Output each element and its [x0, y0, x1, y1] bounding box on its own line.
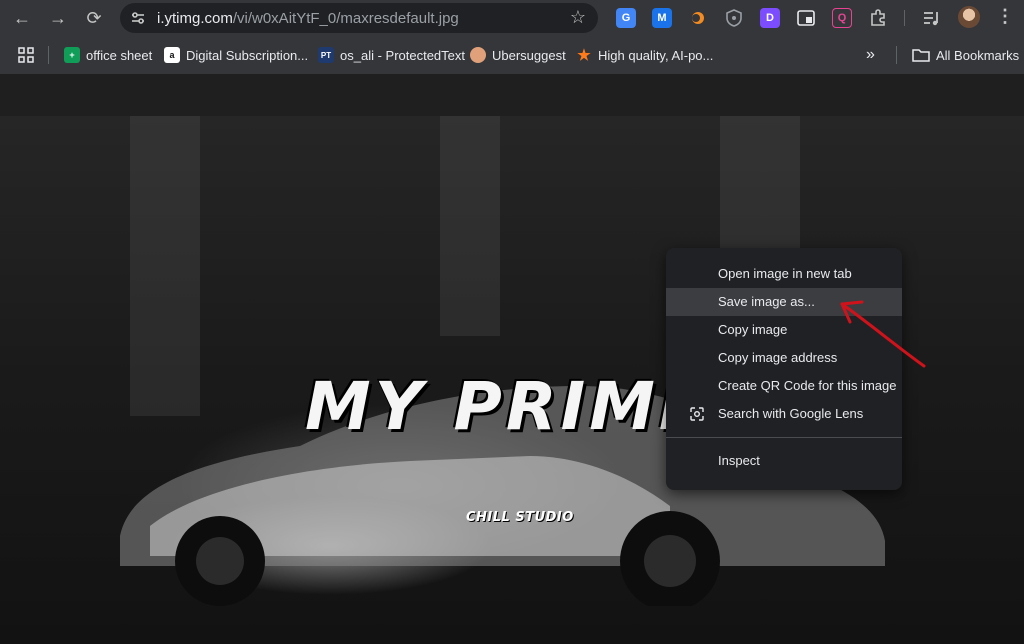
menu-item-search-google-lens[interactable]: Search with Google Lens [666, 400, 902, 428]
bookmarks-overflow-button[interactable]: » [866, 46, 875, 64]
drop-extension-icon[interactable] [688, 8, 708, 28]
address-bar[interactable]: i.ytimg.com/vi/w0xAitYtF_0/maxresdefault… [120, 3, 598, 33]
toolbar-divider [904, 10, 905, 26]
bookmark-label: Digital Subscription... [186, 47, 309, 63]
bookmark-label: High quality, AI-po... [598, 47, 714, 63]
bookmarks-divider [48, 46, 49, 64]
browser-toolbar: ← → ⟳ i.ytimg.com/vi/w0xAitYtF_0/maxresd… [0, 0, 1024, 36]
bookmarks-divider [896, 46, 897, 64]
shield-extension-icon[interactable] [724, 8, 744, 28]
media-control-icon[interactable] [922, 8, 942, 28]
bookmark-high-quality-ai[interactable]: ★ High quality, AI-po... [576, 46, 713, 64]
site-settings-icon[interactable] [130, 10, 146, 26]
menu-item-inspect[interactable]: Inspect [666, 447, 902, 475]
image-title-text: MY PRIME [305, 368, 708, 445]
ubersuggest-icon [470, 47, 486, 63]
bookmark-star-icon[interactable]: ☆ [570, 7, 586, 28]
url-host: i.ytimg.com [157, 10, 233, 27]
bookmark-label: os_ali - ProtectedText [340, 47, 466, 63]
back-button[interactable]: ← [10, 6, 34, 30]
all-bookmarks-button[interactable]: All Bookmarks [912, 46, 1019, 64]
menu-kebab-icon[interactable]: ⋮ [996, 6, 1014, 27]
sheets-icon: + [64, 47, 80, 63]
image-viewer: MY PRIME CHILL STUDIO Open image in new … [0, 74, 1024, 644]
bookmark-label: office sheet [86, 47, 153, 63]
menu-item-open-image-new-tab[interactable]: Open image in new tab [666, 260, 902, 288]
puzzle-icon[interactable] [868, 8, 888, 28]
image-subtitle-text: CHILL STUDIO [466, 510, 574, 525]
bookmark-digital-subscription[interactable]: a Digital Subscription... [164, 46, 308, 64]
bookmark-label: Ubersuggest [492, 47, 566, 63]
reload-button[interactable]: ⟳ [82, 6, 106, 30]
profile-avatar[interactable] [958, 6, 980, 28]
google-lens-icon [690, 407, 704, 421]
star-orange-icon: ★ [577, 47, 591, 64]
menu-divider [666, 437, 902, 438]
folder-icon [912, 49, 930, 62]
red-annotation-arrow-icon [840, 300, 926, 368]
google-translate-icon[interactable]: G [616, 8, 636, 28]
window-extension-icon[interactable] [796, 8, 816, 28]
url-path: /vi/w0xAitYtF_0/maxresdefault.jpg [232, 10, 459, 27]
all-bookmarks-label: All Bookmarks [936, 47, 1020, 63]
bookmark-protectedtext[interactable]: PT os_ali - ProtectedText [318, 46, 465, 64]
forward-button[interactable]: → [46, 6, 70, 30]
m-extension-icon[interactable]: M [652, 8, 672, 28]
bookmark-ubersuggest[interactable]: Ubersuggest [470, 46, 566, 64]
url-text[interactable]: i.ytimg.com/vi/w0xAitYtF_0/maxresdefault… [157, 10, 459, 27]
amazon-icon: a [164, 47, 180, 63]
apps-grid-icon[interactable] [18, 46, 34, 64]
d-extension-icon[interactable]: D [760, 8, 780, 28]
background-pillar [440, 116, 500, 336]
bookmark-office-sheet[interactable]: + office sheet [64, 46, 152, 64]
menu-item-label: Search with Google Lens [718, 406, 864, 421]
q-extension-icon[interactable]: Q [832, 8, 852, 28]
pt-icon: PT [318, 47, 334, 63]
bookmarks-bar: + office sheet a Digital Subscription...… [0, 36, 1024, 74]
